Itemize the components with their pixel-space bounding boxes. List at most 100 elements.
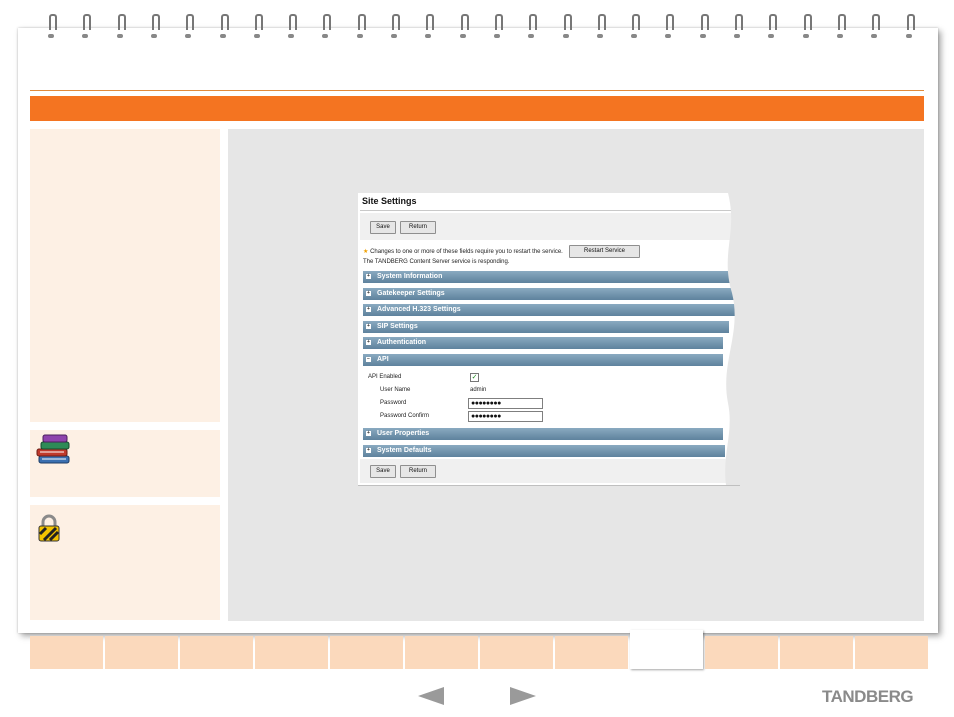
ring-hook [735,14,743,30]
ring-hook [289,14,298,30]
service-status: The TANDBERG Content Server service is r… [363,259,510,265]
binding-ring [802,14,812,40]
username-value: admin [470,387,487,393]
ring-hole [665,34,672,38]
save-button-bottom[interactable]: Save [370,465,396,478]
ring-hook [769,14,778,30]
expand-icon: + [366,447,371,453]
binding-ring [322,14,332,40]
section-gatekeeper-settings[interactable]: + Gatekeeper Settings [363,288,739,300]
ring-hook [117,14,126,30]
ring-hook [426,14,435,30]
ring-hole [836,34,843,38]
ring-hook [837,14,846,30]
ring-hook [220,14,229,30]
binding-ring [82,14,92,40]
chapter-tab[interactable] [705,636,778,669]
collapse-icon: − [366,356,371,362]
ring-hole [493,34,500,38]
section-api[interactable]: − API [363,354,723,366]
ring-hook [666,14,675,30]
binding-ring [391,14,400,40]
section-system-defaults[interactable]: + System Defaults [363,445,725,457]
binding-ring [699,14,709,40]
ring-hook [392,14,400,30]
chapter-tab[interactable] [30,636,103,669]
expand-icon: + [366,323,371,329]
ring-hook [872,14,881,30]
section-header-bar [30,96,924,121]
password-confirm-field[interactable]: ●●●●●●●● [468,411,543,422]
top-toolbar: Save Return [360,213,736,240]
expand-icon: + [366,430,371,436]
section-sip-settings[interactable]: + SIP Settings [363,321,729,333]
binding-ring [425,14,435,40]
site-settings-title: Site Settings [362,196,417,206]
binding-ring [493,14,503,40]
api-enabled-checkbox[interactable]: ✓ [470,373,479,382]
binding-ring [356,14,366,40]
binding-ring [768,14,778,40]
ring-hole [871,34,878,38]
ring-hole [48,34,54,38]
chapter-tab[interactable] [105,636,178,669]
chapter-tab[interactable] [480,636,553,669]
section-system-information[interactable]: + System Information [363,271,739,283]
binding-ring [871,14,881,40]
chapter-tab[interactable] [630,630,703,669]
chapter-tab[interactable] [555,636,628,669]
ring-hole [734,34,740,38]
save-button[interactable]: Save [370,221,396,234]
spiral-binding [0,12,954,42]
password-label: Password [380,400,407,406]
binding-ring [253,14,263,40]
expand-icon: + [366,339,371,345]
required-star-icon: ★ [363,249,369,255]
ring-hook [151,14,160,30]
ring-hole [82,34,89,38]
binding-ring [219,14,229,40]
books-icon [36,434,70,464]
left-panel-reference [30,430,220,497]
ring-hook [563,14,572,30]
torn-edge [725,193,740,485]
restart-note: ★ Changes to one or more of these fields… [363,249,563,255]
password-confirm-label: Password Confirm [380,413,430,419]
ring-hole [905,34,912,38]
return-button[interactable]: Return [400,221,436,234]
ring-hook [49,14,57,30]
chapter-tab[interactable] [255,636,328,669]
return-button-bottom[interactable]: Return [400,465,436,478]
chapter-tab[interactable] [855,636,928,669]
api-enabled-label: API Enabled [368,374,402,380]
chapter-tab[interactable] [180,636,253,669]
section-user-properties[interactable]: + User Properties [363,428,723,440]
ring-hook [460,14,469,30]
binding-ring [528,14,538,40]
ring-hook [906,14,915,30]
chapter-tab[interactable] [780,636,853,669]
brand-logo: TANDBERG [822,687,914,706]
section-authentication[interactable]: + Authentication [363,337,723,349]
binding-ring [562,14,572,40]
ring-hole [356,34,363,38]
ring-hook [254,14,263,30]
chapter-tabs [30,630,928,670]
expand-icon: + [366,273,371,279]
binding-ring [116,14,126,40]
password-field[interactable]: ●●●●●●●● [468,398,543,409]
ring-hook [529,14,538,30]
username-label: User Name [380,387,411,393]
expand-icon: + [366,306,371,312]
chapter-tab[interactable] [405,636,478,669]
arrow-left-icon[interactable] [418,687,444,705]
chapter-tab[interactable] [330,636,403,669]
binding-ring [734,14,743,40]
binding-ring [150,14,160,40]
expand-icon: + [366,290,371,296]
ring-hole [596,34,603,38]
arrow-right-icon[interactable] [510,687,536,705]
ring-hook [494,14,503,30]
restart-service-button[interactable]: Restart Service [569,245,640,258]
section-advanced-h323-settings[interactable]: + Advanced H.323 Settings [363,304,735,316]
